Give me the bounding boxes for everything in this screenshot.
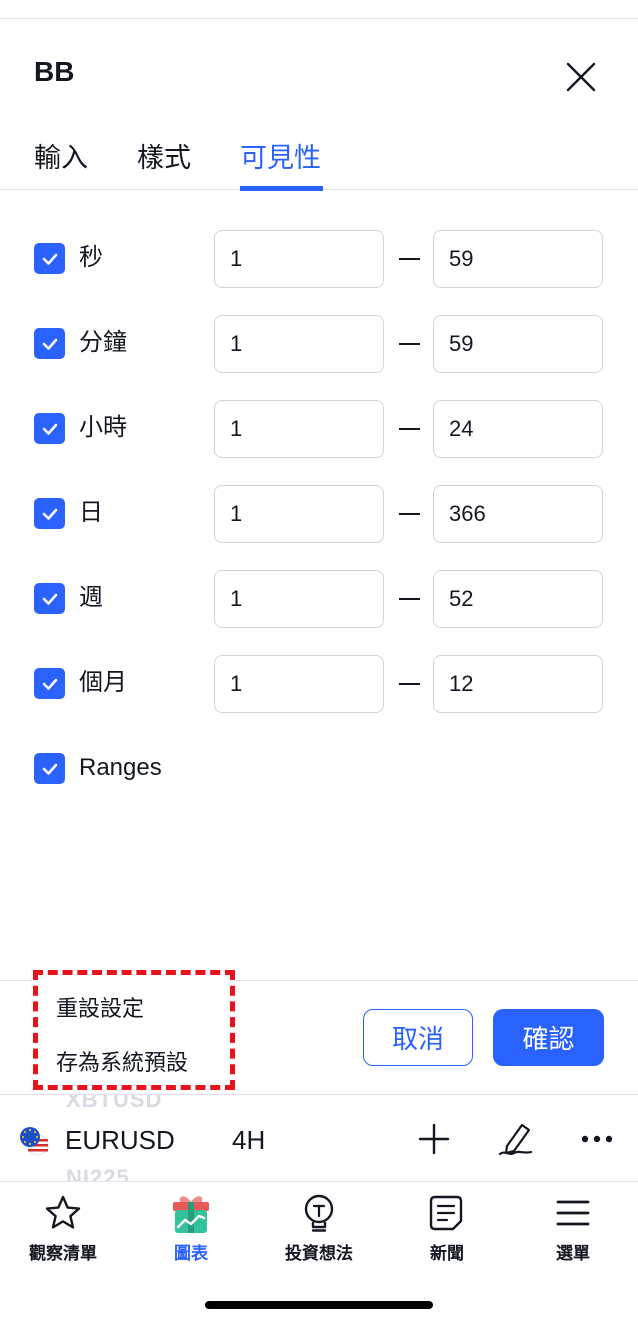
eu-us-flag-icon	[20, 1127, 49, 1156]
nav-chart[interactable]: 圖表	[136, 1191, 246, 1264]
minutes-from-input[interactable]: 1	[214, 315, 384, 373]
months-from-input[interactable]: 1	[214, 655, 384, 713]
range-dash	[399, 598, 420, 600]
nav-ideas[interactable]: 投資想法	[264, 1191, 374, 1264]
tab-label: 可見性	[240, 143, 321, 173]
close-button[interactable]	[556, 52, 606, 102]
check-icon	[42, 763, 57, 775]
ghost-symbol-above: XBTUSD	[66, 1094, 163, 1112]
minutes-to-input[interactable]: 59	[433, 315, 603, 373]
row-label: 週	[79, 584, 103, 611]
save-as-default-item[interactable]: 存為系統預設	[56, 1045, 188, 1077]
visibility-row-days: 日 1 366	[0, 485, 638, 543]
check-icon	[42, 593, 57, 605]
row-label: 日	[79, 499, 103, 526]
row-label: 分鐘	[79, 329, 127, 356]
check-icon	[42, 423, 57, 435]
seconds-from-input[interactable]: 1	[214, 230, 384, 288]
defaults-menu: 重設設定 存為系統預設	[33, 970, 235, 1090]
row-label: 秒	[79, 244, 103, 271]
dialog-title: BB	[34, 56, 75, 87]
nav-label: 觀察清單	[29, 1244, 97, 1263]
nav-label: 新聞	[430, 1244, 464, 1263]
check-icon	[42, 338, 57, 350]
hours-to-input[interactable]: 24	[433, 400, 603, 458]
nav-label: 圖表	[174, 1244, 208, 1263]
reset-settings-item[interactable]: 重設設定	[56, 991, 144, 1023]
nav-watchlist[interactable]: 觀察清單	[8, 1191, 118, 1264]
days-from-input[interactable]: 1	[214, 485, 384, 543]
confirm-button[interactable]: 確認	[493, 1009, 604, 1066]
home-indicator[interactable]	[205, 1301, 433, 1309]
row-label: 小時	[79, 414, 127, 441]
visibility-row-ranges: Ranges	[0, 740, 638, 798]
drawing-button[interactable]	[496, 1119, 536, 1159]
tab-inputs[interactable]: 輸入	[34, 136, 88, 190]
nav-label: 選單	[556, 1244, 590, 1263]
chart-toolbar: XBTUSD NI225 EURUSD 4H	[0, 1094, 638, 1182]
check-icon	[42, 508, 57, 520]
seconds-checkbox[interactable]	[34, 243, 65, 274]
visibility-row-seconds: 秒 1 59	[0, 230, 638, 288]
star-icon	[41, 1191, 85, 1235]
nav-news[interactable]: 新聞	[392, 1191, 502, 1264]
days-checkbox[interactable]	[34, 498, 65, 529]
months-to-input[interactable]: 12	[433, 655, 603, 713]
pen-icon	[498, 1123, 533, 1156]
nav-menu[interactable]: 選單	[518, 1191, 628, 1264]
lightbulb-icon	[297, 1191, 341, 1235]
ranges-checkbox[interactable]	[34, 753, 65, 784]
visibility-row-hours: 小時 1 24	[0, 400, 638, 458]
visibility-row-months: 個月 1 12	[0, 655, 638, 713]
top-divider	[0, 18, 638, 19]
check-icon	[42, 253, 57, 265]
tab-label: 輸入	[34, 143, 88, 173]
range-dash	[399, 258, 420, 260]
tab-style[interactable]: 樣式	[137, 136, 191, 190]
cancel-button[interactable]: 取消	[363, 1009, 473, 1066]
weeks-from-input[interactable]: 1	[214, 570, 384, 628]
row-label: 個月	[79, 669, 127, 696]
interval-button[interactable]: 4H	[232, 1125, 265, 1156]
gift-chart-icon	[169, 1191, 213, 1235]
range-dash	[399, 683, 420, 685]
bottom-nav: 觀察清單 圖表 投資想法 新聞 選單	[0, 1183, 638, 1273]
row-label: Ranges	[79, 754, 162, 781]
days-to-input[interactable]: 366	[433, 485, 603, 543]
ghost-symbol-below: NI225	[66, 1165, 130, 1182]
months-checkbox[interactable]	[34, 668, 65, 699]
weeks-to-input[interactable]: 52	[433, 570, 603, 628]
more-dots-icon	[581, 1135, 613, 1143]
tab-label: 樣式	[137, 143, 191, 173]
tab-visibility[interactable]: 可見性	[240, 136, 323, 191]
close-icon	[566, 62, 596, 92]
symbol-button[interactable]: EURUSD	[65, 1125, 175, 1156]
weeks-checkbox[interactable]	[34, 583, 65, 614]
nav-label: 投資想法	[285, 1244, 353, 1263]
more-button[interactable]	[577, 1119, 617, 1159]
plus-icon	[418, 1123, 450, 1155]
hours-from-input[interactable]: 1	[214, 400, 384, 458]
tab-bar: 輸入 樣式 可見性	[0, 128, 638, 191]
visibility-row-minutes: 分鐘 1 59	[0, 315, 638, 373]
hours-checkbox[interactable]	[34, 413, 65, 444]
check-icon	[42, 678, 57, 690]
menu-icon	[551, 1191, 595, 1235]
range-dash	[399, 428, 420, 430]
add-button[interactable]	[414, 1119, 454, 1159]
active-tab-indicator	[240, 186, 323, 191]
seconds-to-input[interactable]: 59	[433, 230, 603, 288]
range-dash	[399, 343, 420, 345]
minutes-checkbox[interactable]	[34, 328, 65, 359]
visibility-row-weeks: 週 1 52	[0, 570, 638, 628]
news-icon	[425, 1191, 469, 1235]
range-dash	[399, 513, 420, 515]
